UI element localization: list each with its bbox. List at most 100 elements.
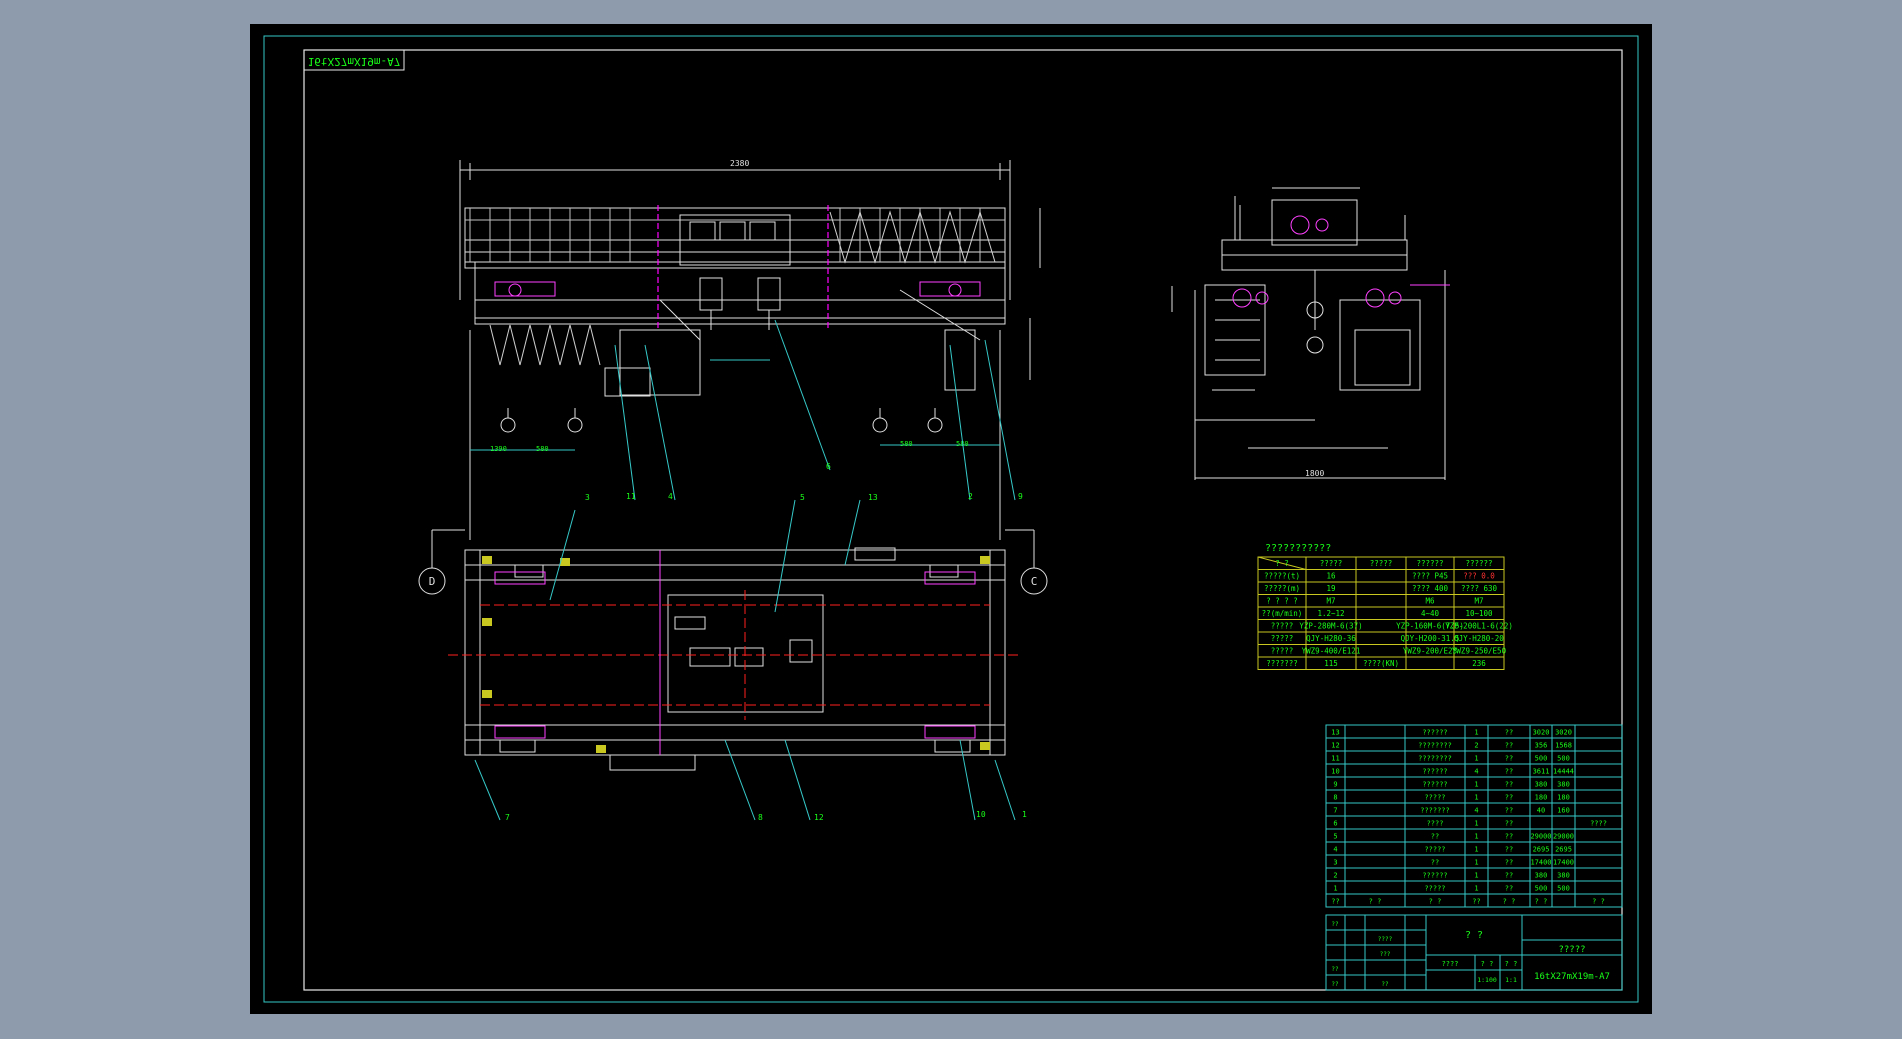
bom-cell-12-4: ?? [1505,885,1513,893]
param-table-title: ??????????? [1265,543,1331,554]
bom-cell-9-0: 4 [1333,846,1337,854]
dim-left-1: 1390 [490,445,507,453]
param-cell-2-3: ???? 400 [1412,584,1449,593]
bom-cell-13-7: ? ? [1592,898,1605,906]
bom-cell-7-7: ???? [1590,820,1607,828]
bom-cell-12-2: ????? [1424,885,1445,893]
svg-text:??: ?? [1331,921,1339,928]
param-cell-4-4: 10~100 [1465,609,1493,618]
balloon-10: 10 [976,810,986,819]
param-cell-7-0: ????? [1271,647,1294,656]
bom-cell-5-4: ?? [1505,794,1513,802]
bom-cell-10-6: 17400 [1553,859,1574,867]
dim-trolley-width: 1800 [1305,469,1324,478]
balloon-7: 7 [505,813,510,822]
bom-cell-0-6: 3020 [1555,729,1572,737]
bom-cell-12-6: 500 [1557,885,1570,893]
param-cell-1-4: ??? 0.0 [1463,572,1495,581]
svg-text:????: ???? [1378,936,1393,943]
bom-cell-13-2: ? ? [1429,898,1442,906]
svg-text:C: C [1031,575,1038,588]
param-cell-1-0: ?????(t) [1264,572,1300,581]
balloon-6: 6 [826,462,831,471]
bom-cell-11-5: 380 [1535,872,1548,880]
cad-viewport: 16tX27mX19m-A7 1390 580 580 2380 D C 11 … [250,24,1652,1014]
bom-cell-4-4: ?? [1505,781,1513,789]
bom-cell-11-4: ?? [1505,872,1513,880]
bom-cell-4-0: 9 [1333,781,1337,789]
bom-cell-10-3: 1 [1474,859,1478,867]
bom-cell-3-4: ?? [1505,768,1513,776]
bom-cell-1-2: ???????? [1418,742,1452,750]
bom-cell-8-5: 29000 [1530,833,1551,841]
param-cell-2-4: ???? 630 [1461,584,1498,593]
bom-cell-9-3: 1 [1474,846,1478,854]
bom-cell-7-3: 1 [1474,820,1478,828]
bom-cell-2-5: 500 [1535,755,1548,763]
balloon-3: 3 [585,493,590,502]
balloon-4: 4 [668,492,673,501]
svg-text:D: D [429,575,436,588]
bom-cell-2-2: ???????? [1418,755,1452,763]
bom-cell-6-6: 160 [1557,807,1570,815]
bom-cell-11-2: ?????? [1422,872,1447,880]
dim-right-1: 580 [900,440,913,448]
bom-cell-12-0: 1 [1333,885,1337,893]
param-cell-2-0: ?????(m) [1264,584,1300,593]
bom-cell-5-3: 1 [1474,794,1478,802]
bom-cell-4-5: 380 [1535,781,1548,789]
bom-cell-1-0: 12 [1331,742,1339,750]
param-cell-4-3: 4~40 [1421,609,1440,618]
bom-cell-10-5: 17400 [1530,859,1551,867]
param-cell-0-1: ????? [1320,559,1343,568]
bom-cell-12-5: 500 [1535,885,1548,893]
svg-text:??: ?? [1331,966,1339,973]
bom-cell-8-6: 29000 [1553,833,1574,841]
bom-cell-2-4: ?? [1505,755,1513,763]
bom-cell-6-0: 7 [1333,807,1337,815]
bom-cell-0-0: 13 [1331,729,1339,737]
titleblock-sheet: 1:1 [1505,976,1517,984]
svg-text:??: ?? [1331,981,1339,988]
param-cell-3-0: ? ? ? ? [1266,597,1298,606]
bom-cell-1-6: 1568 [1555,742,1572,750]
param-cell-4-0: ??(m/min) [1262,609,1303,618]
titleblock-row-a-1: ? ? [1481,960,1494,968]
bom-cell-6-5: 40 [1537,807,1545,815]
bom-cell-1-4: ?? [1505,742,1513,750]
bom-cell-3-3: 4 [1474,768,1478,776]
param-cell-3-3: M6 [1425,597,1435,606]
bom-cell-13-1: ? ? [1369,898,1382,906]
bom-cell-10-2: ?? [1431,859,1439,867]
bom-cell-3-2: ?????? [1422,768,1447,776]
param-cell-6-3: QJY-H200-31.5 [1401,634,1460,643]
param-cell-1-3: ???? P45 [1412,572,1448,581]
bom-cell-1-5: 356 [1535,742,1548,750]
bom-cell-1-3: 2 [1474,742,1478,750]
bom-cell-2-6: 500 [1557,755,1570,763]
param-cell-0-0: ? ? [1275,559,1289,568]
bom-cell-9-6: 2695 [1555,846,1572,854]
balloon-2: 2 [968,492,973,501]
param-cell-5-0: ????? [1271,622,1294,631]
bom-cell-9-4: ?? [1505,846,1513,854]
bom-cell-0-3: 1 [1474,729,1478,737]
bom-cell-5-5: 180 [1535,794,1548,802]
bom-cell-9-2: ????? [1424,846,1445,854]
param-cell-8-1: 115 [1324,659,1338,668]
param-cell-4-1: 1.2~12 [1317,609,1344,618]
balloon-12: 12 [814,813,824,822]
param-cell-0-2: ????? [1370,559,1393,568]
bom-cell-5-0: 8 [1333,794,1337,802]
bom-cell-7-4: ?? [1505,820,1513,828]
bom-cell-8-2: ?? [1431,833,1439,841]
param-cell-6-0: ????? [1271,634,1294,643]
param-cell-5-4: YZP-200L1-6(22) [1445,622,1513,631]
bom-cell-3-0: 10 [1331,768,1339,776]
bom-cell-3-6: 14444 [1553,768,1574,776]
titleblock-scale: 1:100 [1477,976,1497,984]
stamp-text: 16tX27mX19m-A7 [308,55,401,68]
balloon-5: 5 [800,493,805,502]
param-cell-8-0: ??????? [1266,659,1298,668]
balloon-9: 9 [1018,492,1023,501]
